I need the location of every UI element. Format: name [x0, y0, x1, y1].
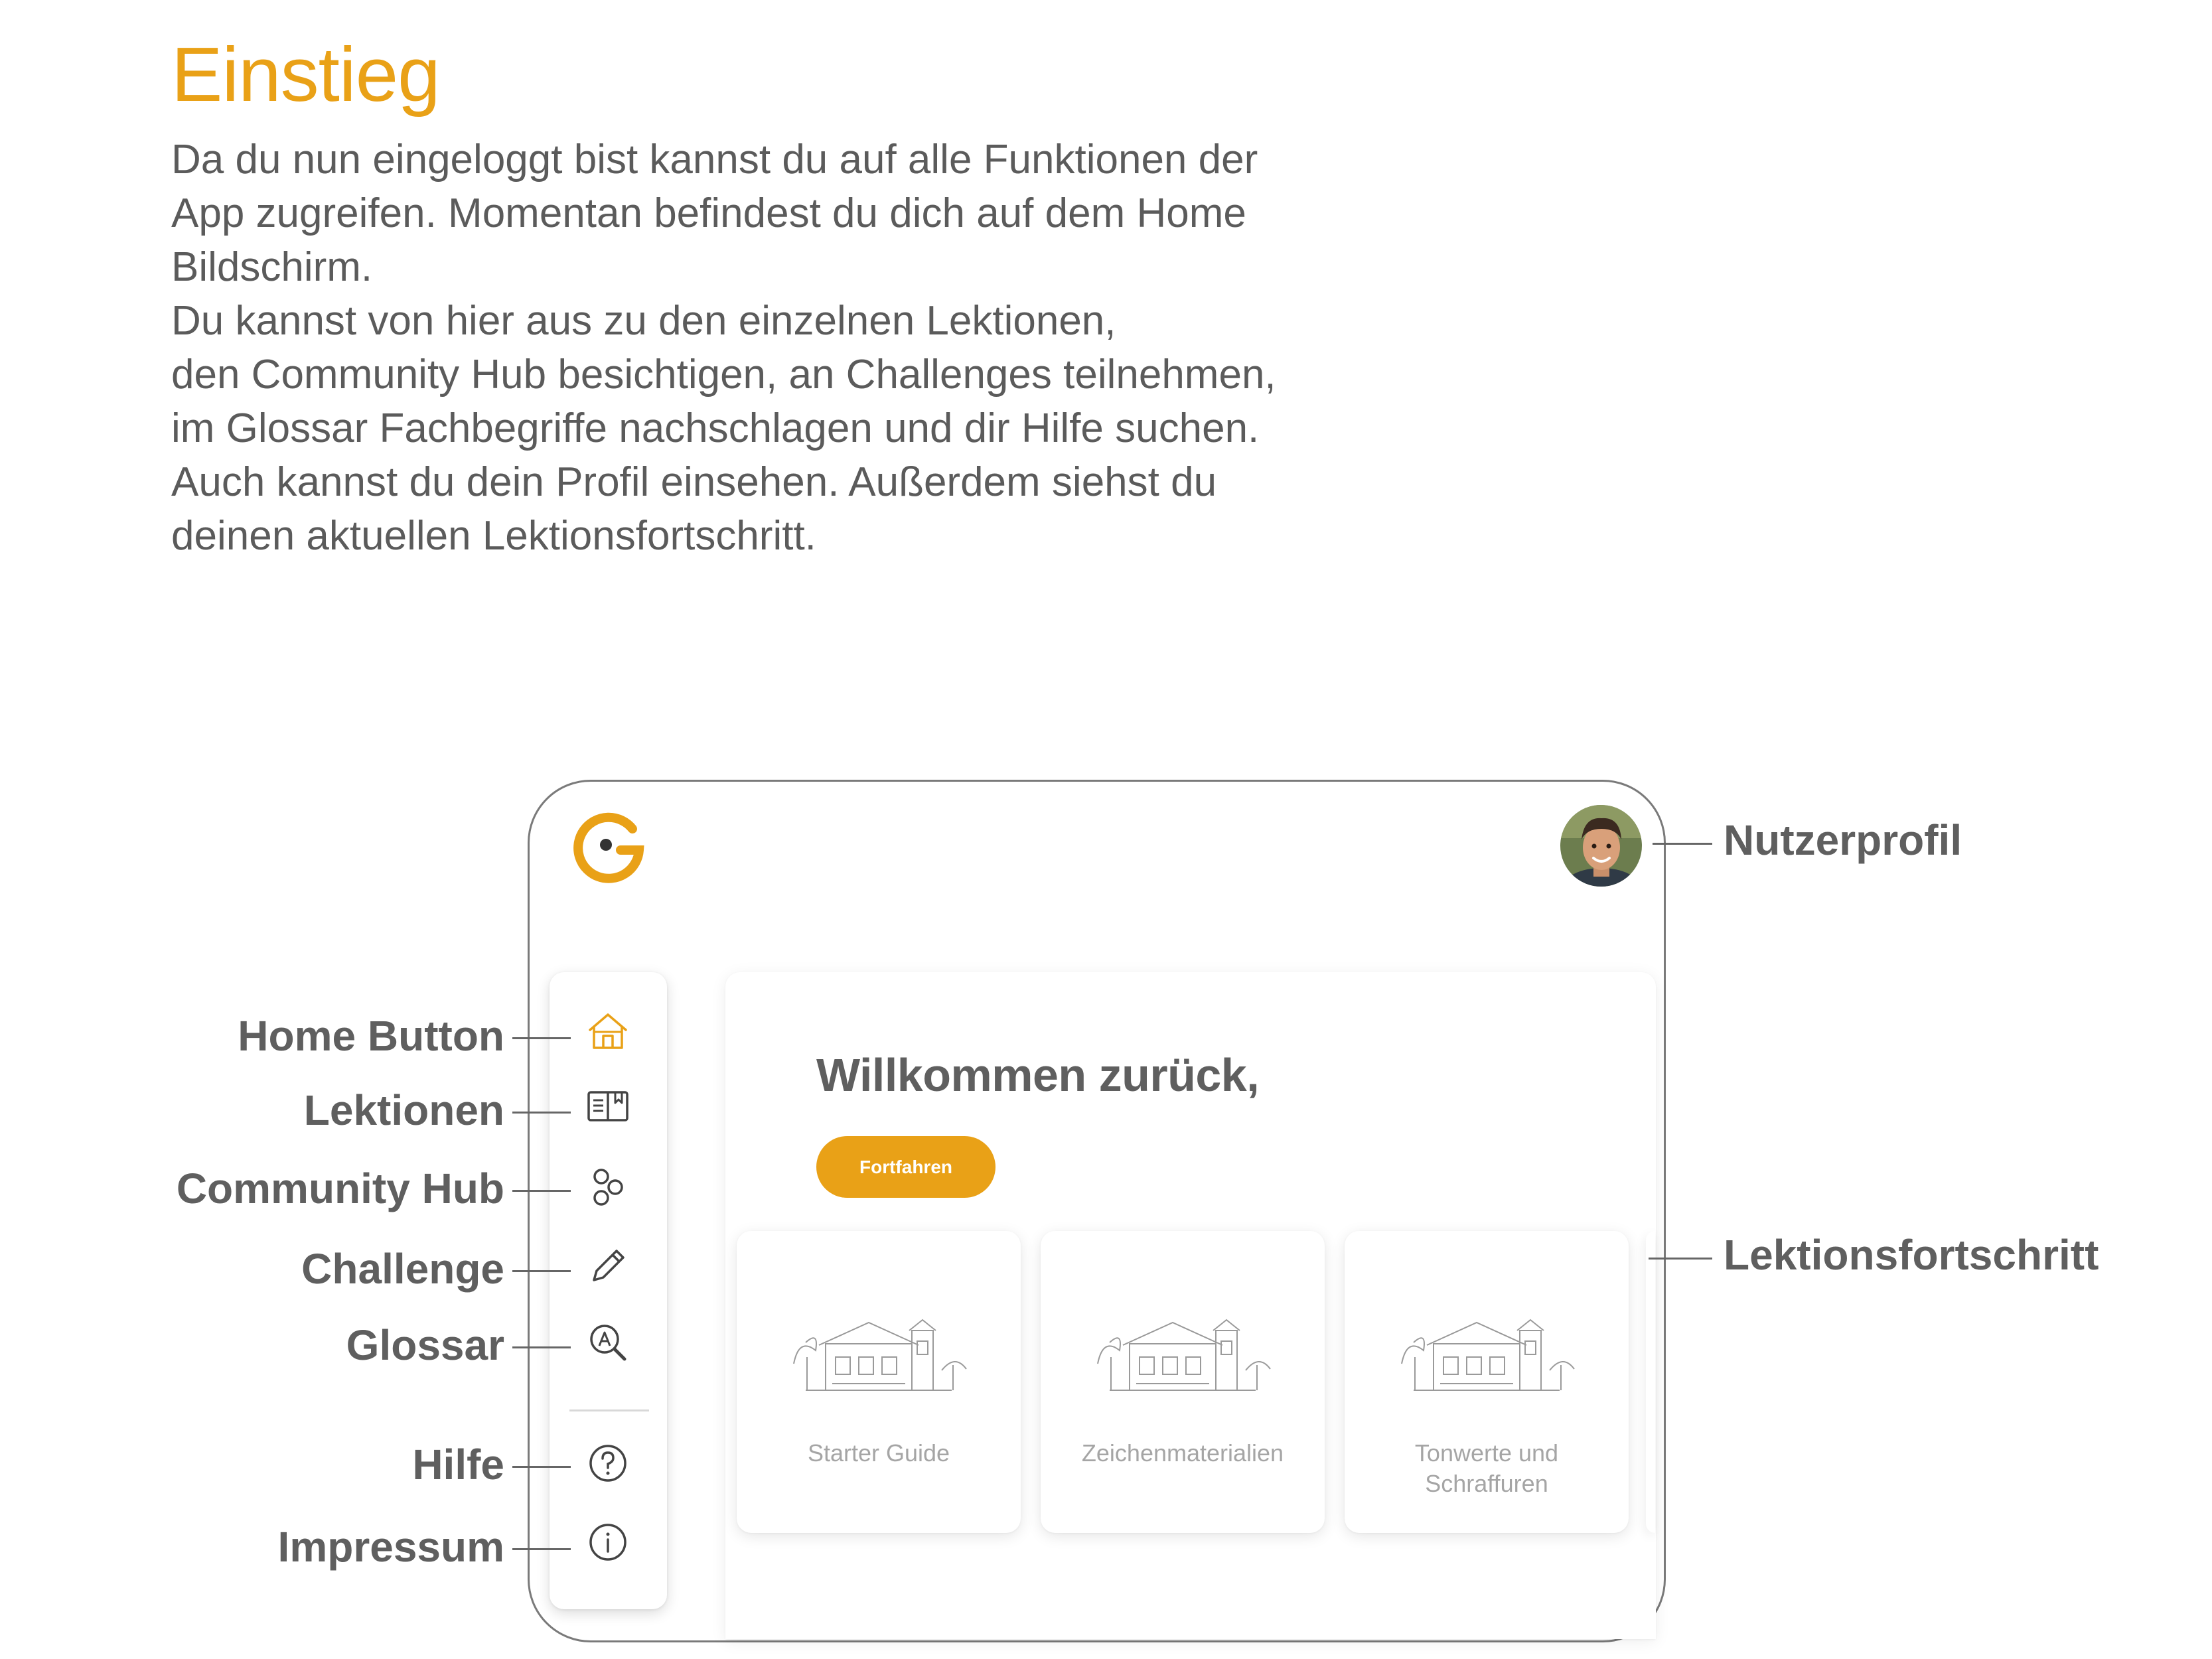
brand-g-logo-icon[interactable] — [567, 806, 650, 889]
intro-line: App zugreifen. Momentan befindest du dic… — [171, 190, 1246, 236]
glossary-search-icon[interactable] — [585, 1319, 631, 1366]
intro-line: Du kannst von hier aus zu den einzelnen … — [171, 298, 1116, 344]
intro-line: Bildschirm. — [171, 244, 373, 290]
lesson-card-label: Tonwerte und Schraffuren — [1414, 1439, 1559, 1497]
lessons-book-icon[interactable] — [585, 1083, 631, 1129]
annotation-line — [512, 1548, 571, 1550]
annotation-progress: Lektionsfortschritt — [1724, 1231, 2099, 1279]
sidebar — [550, 972, 667, 1609]
annotation-line — [512, 1466, 571, 1468]
intro-line: deinen aktuellen Lektionsfortschritt. — [171, 513, 816, 559]
annotation-lessons: Lektionen — [303, 1086, 504, 1134]
annotation-community: Community Hub — [176, 1165, 504, 1212]
intro-text: Da du nun eingeloggt bist kannst du auf … — [171, 133, 1366, 563]
lesson-sketch-image — [793, 1319, 967, 1391]
annotation-profile: Nutzerprofil — [1724, 816, 1962, 864]
annotation-line — [512, 1037, 571, 1039]
lesson-card[interactable]: Starter Guide — [737, 1231, 1021, 1533]
lesson-card-label: Zeichenmaterialien — [1081, 1439, 1284, 1467]
intro-line: den Community Hub besichtigen, an Challe… — [171, 352, 1276, 397]
continue-button[interactable]: Fortfahren — [816, 1136, 995, 1198]
annotation-line — [512, 1270, 571, 1272]
lesson-card-label: Starter Guide — [807, 1439, 950, 1467]
community-hub-icon[interactable] — [585, 1163, 631, 1210]
user-avatar[interactable] — [1560, 805, 1642, 887]
annotation-glossary: Glossar — [346, 1321, 504, 1369]
sidebar-divider — [569, 1409, 649, 1411]
intro-line: im Glossar Fachbegriffe nachschlagen und… — [171, 405, 1260, 451]
annotation-challenge: Challenge — [301, 1245, 504, 1293]
annotation-line — [1649, 1258, 1712, 1260]
annotation-line — [512, 1346, 571, 1348]
welcome-heading: Willkommen zurück, — [816, 1049, 1260, 1101]
home-icon[interactable] — [585, 1008, 631, 1054]
annotation-home: Home Button — [238, 1012, 504, 1060]
lesson-card-peek — [1646, 1231, 1655, 1533]
annotation-help: Hilfe — [412, 1441, 504, 1488]
lesson-card[interactable]: Zeichenmaterialien — [1041, 1231, 1325, 1533]
annotation-imprint: Impressum — [277, 1523, 504, 1571]
intro-line: Da du nun eingeloggt bist kannst du auf … — [171, 137, 1258, 182]
intro-line: Auch kannst du dein Profil einsehen. Auß… — [171, 459, 1217, 505]
annotation-line — [1653, 843, 1712, 845]
lesson-card[interactable]: Tonwerte und Schraffuren — [1345, 1231, 1629, 1533]
lesson-sketch-image — [1401, 1319, 1575, 1391]
page-title: Einstieg — [171, 31, 441, 117]
lesson-sketch-image — [1097, 1319, 1271, 1391]
info-icon[interactable] — [585, 1519, 631, 1565]
pencil-icon[interactable] — [585, 1243, 631, 1289]
annotation-line — [512, 1190, 571, 1192]
help-question-icon[interactable] — [585, 1440, 631, 1486]
annotation-line — [512, 1112, 571, 1114]
